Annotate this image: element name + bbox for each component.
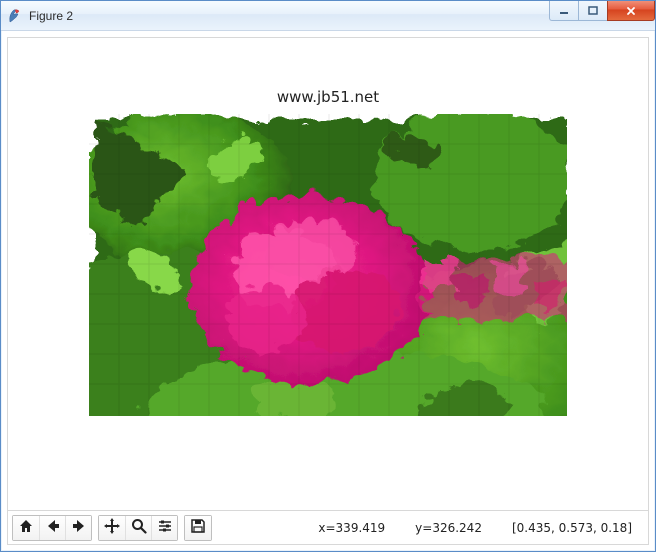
status-y: y=326.242 [415,521,482,535]
forward-button[interactable] [65,516,91,540]
move-icon [104,518,120,537]
figure-title: www.jb51.net [8,88,648,106]
status-rgb: [0.435, 0.573, 0.18] [512,521,632,535]
arrow-left-icon [45,518,61,537]
save-icon [190,518,206,537]
app-tk-icon [7,8,23,24]
home-button[interactable] [13,516,39,540]
back-button[interactable] [39,516,65,540]
plot-image [89,114,567,416]
maximize-button[interactable] [578,1,608,21]
home-icon [18,518,34,537]
app-window: Figure 2 www.jb51.net [0,0,656,552]
status-x: x=339.419 [318,521,385,535]
subplots-button[interactable] [151,516,177,540]
save-button[interactable] [185,516,211,540]
titlebar[interactable]: Figure 2 [1,1,655,31]
minimize-button[interactable] [549,1,579,21]
toolbar: x=339.419 y=326.242 [0.435, 0.573, 0.18] [7,511,649,545]
status-readout: x=339.419 y=326.242 [0.435, 0.573, 0.18] [318,521,644,535]
arrow-right-icon [71,518,87,537]
zoom-button[interactable] [125,516,151,540]
figure-canvas[interactable]: www.jb51.net [7,37,649,511]
sliders-icon [157,518,173,537]
window-title: Figure 2 [29,9,73,23]
pan-button[interactable] [99,516,125,540]
window-controls [550,1,655,21]
magnify-icon [131,518,147,537]
io-group [184,515,212,541]
nav-group [12,515,92,541]
view-group [98,515,178,541]
close-button[interactable] [607,1,655,21]
